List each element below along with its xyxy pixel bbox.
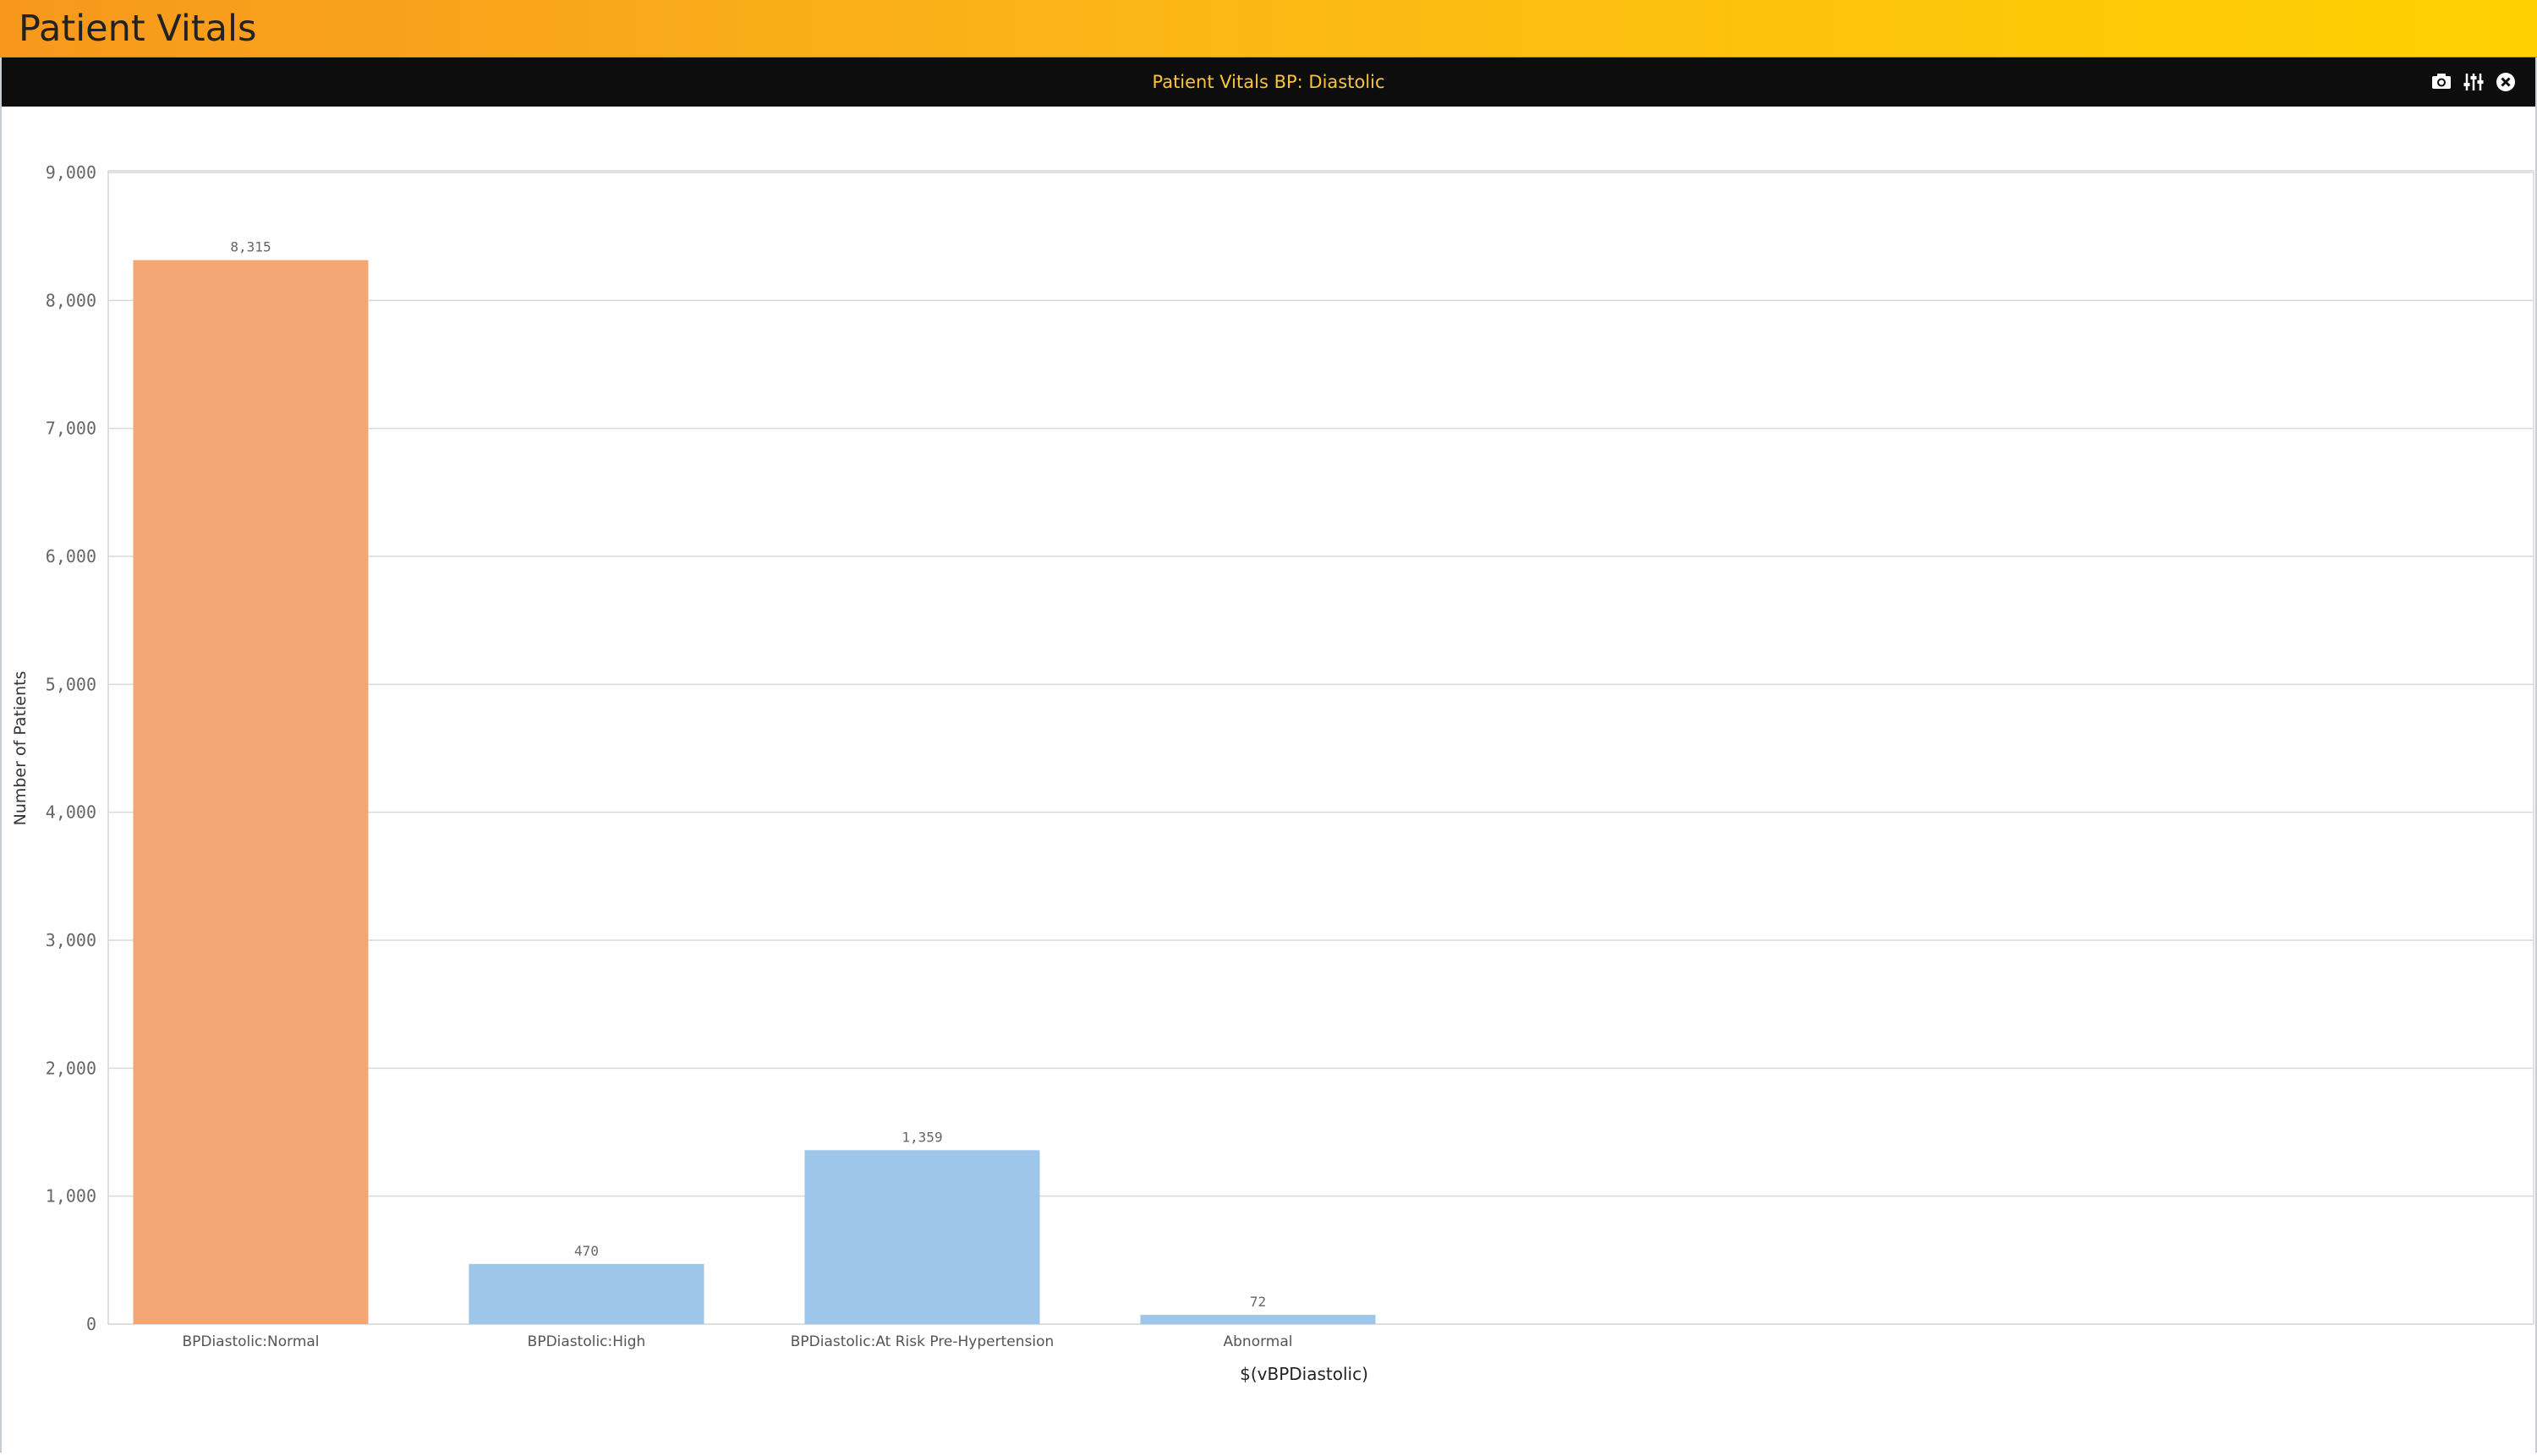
bar[interactable]: [133, 260, 369, 1324]
data-label: 8,315: [230, 239, 271, 255]
bar-chart[interactable]: 0 1,000 2,000 3,000 4,000 5,000 6,000 7,000 8,00…: [2, 107, 2535, 1453]
chart-area: 0 1,000 2,000 3,000 4,000 5,000 6,000 7,000 8,00…: [2, 107, 2535, 1456]
bar[interactable]: [1140, 1315, 1376, 1324]
plot-frame: [107, 170, 2534, 1325]
y-tick-label: 9,000: [46, 162, 96, 183]
data-label: 1,359: [901, 1129, 942, 1145]
y-tick-label: 1,000: [46, 1186, 96, 1207]
panel-toolbar: [2430, 68, 2517, 96]
bar[interactable]: [468, 1263, 704, 1324]
x-tick-label: BPDiastolic:Normal: [182, 1333, 319, 1350]
x-tick-label: BPDiastolic:At Risk Pre-Hypertension: [791, 1333, 1055, 1350]
panel-header: Patient Vitals BP: Diastolic: [2, 57, 2535, 107]
y-tick-label: 5,000: [46, 674, 96, 694]
y-axis-label: Number of Patients: [11, 671, 30, 826]
sliders-icon[interactable]: [2463, 71, 2485, 93]
y-tick-label: 8,000: [46, 290, 96, 310]
x-tick-label: BPDiastolic:High: [528, 1333, 646, 1350]
bar[interactable]: [804, 1150, 1040, 1324]
app-window: Patient Vitals Patient Vitals BP: Diasto…: [0, 0, 2537, 1453]
close-icon[interactable]: [2495, 71, 2517, 93]
y-tick-label: 0: [86, 1314, 96, 1334]
data-label: 72: [1250, 1294, 1266, 1310]
x-tick-label: Abnormal: [1224, 1333, 1293, 1350]
y-tick-label: 3,000: [46, 930, 96, 950]
app-title: Patient Vitals: [19, 8, 257, 50]
y-tick-label: 7,000: [46, 419, 96, 439]
y-tick-label: 6,000: [46, 546, 96, 567]
chart-panel: Patient Vitals BP: Diastolic 0 1,000 2,0…: [0, 57, 2537, 1453]
y-tick-label: 4,000: [46, 802, 96, 823]
camera-icon[interactable]: [2430, 71, 2452, 93]
x-axis-label: $(vBPDiastolic): [1240, 1364, 1368, 1384]
app-header: Patient Vitals: [0, 0, 2537, 57]
y-tick-label: 2,000: [46, 1058, 96, 1078]
panel-title: Patient Vitals BP: Diastolic: [1152, 72, 1385, 92]
data-label: 470: [574, 1243, 599, 1259]
